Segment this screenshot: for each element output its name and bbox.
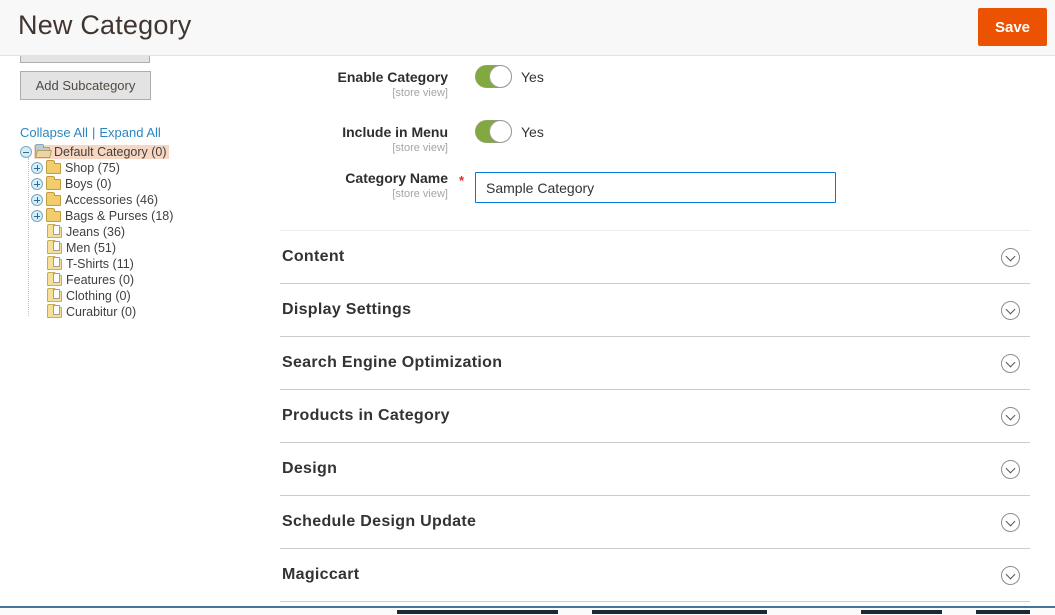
leaf-folder-icon [47,243,62,254]
section-products-in-category[interactable]: Products in Category [280,390,1030,443]
collapse-minus-icon[interactable] [20,146,32,158]
chevron-down-icon[interactable] [1001,407,1020,426]
enable-category-label: Enable Category [280,69,448,85]
expand-all-link[interactable]: Expand All [99,125,160,140]
add-subcategory-button[interactable]: Add Subcategory [20,71,151,100]
cut-off-footer-text [861,610,942,614]
field-label-block: Category Name [store view] [280,170,448,200]
store-view-scope: [store view] [280,188,448,200]
tree-item-shop[interactable]: Shop (75) [20,160,270,176]
section-magiccart[interactable]: Magiccart [280,549,1030,602]
cut-off-bottom-bar [0,606,1055,615]
section-schedule-design-update[interactable]: Schedule Design Update [280,496,1030,549]
include-in-menu-label: Include in Menu [280,124,448,140]
save-button[interactable]: Save [978,8,1047,46]
leaf-folder-icon [47,259,62,270]
tree-item-men[interactable]: Men (51) [20,240,270,256]
new-category-page: New Category Save Add Subcategory Collap… [0,0,1055,615]
tree-item-accessories[interactable]: Accessories (46) [20,192,270,208]
expand-plus-icon[interactable] [31,194,43,206]
toggle-value-label: Yes [521,124,544,140]
category-tree-sidebar: Add Subcategory Collapse All|Expand All … [20,56,270,320]
cut-off-footer-text [976,610,1030,614]
tree-item-bags-purses[interactable]: Bags & Purses (18) [20,208,270,224]
folder-icon [46,211,61,222]
page-header: New Category Save [0,0,1055,56]
category-name-row: Category Name [store view] * [280,170,1030,203]
tree-item-t-shirts[interactable]: T-Shirts (11) [20,256,270,272]
category-tree: Default Category (0) Shop (75) Boys (0) … [20,144,270,320]
field-label-block: Enable Category [store view] [280,69,448,99]
category-name-label: Category Name [280,170,448,186]
required-asterisk: * [459,173,464,188]
tree-item-jeans[interactable]: Jeans (36) [20,224,270,240]
folder-icon [46,163,61,174]
chevron-down-icon[interactable] [1001,301,1020,320]
toggle-knob [489,65,512,88]
expand-plus-icon[interactable] [31,162,43,174]
chevron-down-icon[interactable] [1001,460,1020,479]
store-view-scope: [store view] [280,142,448,154]
section-content[interactable]: Content [280,231,1030,284]
category-name-input[interactable] [475,172,836,203]
tree-item-default-category[interactable]: Default Category (0) [20,144,270,160]
toggle-value-label: Yes [521,69,544,85]
chevron-down-icon[interactable] [1001,513,1020,532]
selected-tree-node[interactable]: Default Category (0) [34,145,169,159]
tree-controls: Collapse All | Expand All [20,125,270,140]
tree-item-features[interactable]: Features (0) [20,272,270,288]
field-label-block: Include in Menu [store view] [280,124,448,154]
enable-category-toggle[interactable] [475,65,512,88]
collapse-all-link[interactable]: Collapse All [20,125,88,140]
section-display-settings[interactable]: Display Settings [280,284,1030,337]
category-form: Enable Category [store view] Yes Include… [280,57,1030,615]
cut-off-footer-text [592,610,767,614]
leaf-folder-icon [47,275,62,286]
cut-off-footer-text [397,610,558,614]
toggle-knob [489,120,512,143]
section-search-engine-optimization[interactable]: Search Engine Optimization [280,337,1030,390]
chevron-down-icon[interactable] [1001,354,1020,373]
section-design[interactable]: Design [280,443,1030,496]
open-folder-icon [35,147,50,158]
chevron-down-icon[interactable] [1001,566,1020,585]
expand-plus-icon[interactable] [31,210,43,222]
include-in-menu-toggle[interactable] [475,120,512,143]
folder-icon [46,179,61,190]
page-title: New Category [18,10,191,41]
form-sections: Content Display Settings Search Engine O… [280,230,1030,602]
chevron-down-icon[interactable] [1001,248,1020,267]
tree-item-boys[interactable]: Boys (0) [20,176,270,192]
cut-off-button[interactable] [20,56,150,63]
tree-item-clothing[interactable]: Clothing (0) [20,288,270,304]
link-separator: | [92,125,95,140]
leaf-folder-icon [47,291,62,302]
leaf-folder-icon [47,227,62,238]
leaf-folder-icon [47,307,62,318]
tree-item-curabitur[interactable]: Curabitur (0) [20,304,270,320]
include-in-menu-row: Include in Menu [store view] Yes [280,124,1030,154]
folder-icon [46,195,61,206]
enable-category-row: Enable Category [store view] Yes [280,69,1030,99]
store-view-scope: [store view] [280,87,448,99]
expand-plus-icon[interactable] [31,178,43,190]
